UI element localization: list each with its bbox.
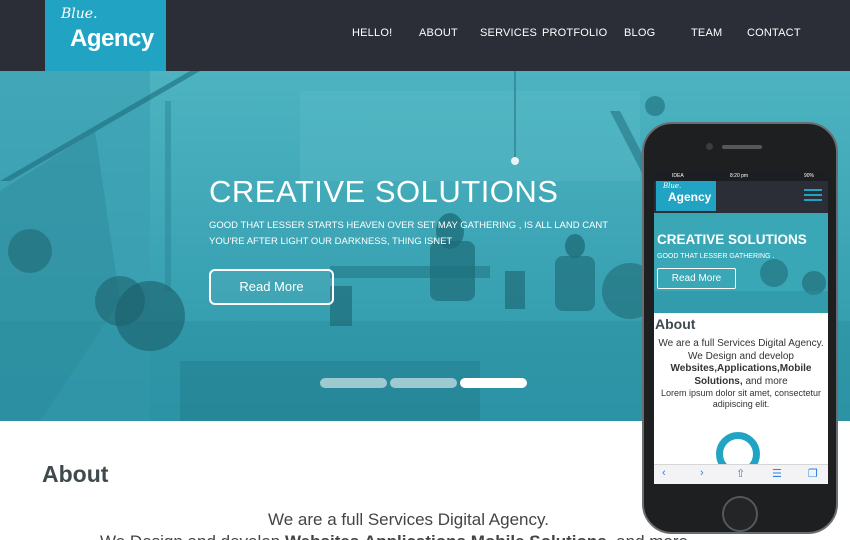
nav-team[interactable]: TEAM [691, 27, 722, 39]
nav-portfolio[interactable]: PROTFOLIO [542, 27, 607, 39]
mobile-hero: CREATIVE SOLUTIONS GOOD THAT LESSER GATH… [654, 213, 828, 313]
phone-mockup: IDEA 8:20 pm 90% Blue. Agency CREATIVE S… [642, 122, 838, 534]
share-icon[interactable]: ⇧ [736, 467, 745, 480]
mobile-about-line-1: We are a full Services Digital Agency. [658, 338, 824, 349]
site-header: Blue. Agency HELLO! ABOUT SERVICES PROTF… [0, 0, 850, 71]
status-battery: 90% [804, 173, 815, 179]
slider-dot-2[interactable] [390, 378, 457, 388]
mobile-about-line-3: Websites,Applications,Mobile Solutions, … [658, 363, 824, 388]
hamburger-menu-icon[interactable] [804, 189, 822, 203]
read-more-button[interactable]: Read More [209, 269, 334, 305]
mobile-hero-subtitle: GOOD THAT LESSER GATHERING . [657, 253, 775, 260]
back-icon[interactable]: ‹ [662, 467, 666, 479]
about-intro-line: We are a full Services Digital Agency. [268, 510, 549, 529]
nav-about[interactable]: ABOUT [419, 27, 458, 39]
slider-dot-1[interactable] [320, 378, 387, 388]
tabs-icon[interactable]: ❐ [808, 467, 818, 480]
about-services-bold: Websites,Applications,Mobile Solutions, [285, 532, 612, 540]
mobile-about-bold: Websites,Applications,Mobile Solutions, [670, 363, 812, 387]
forward-icon[interactable]: › [700, 467, 704, 479]
phone-home-button[interactable] [722, 496, 758, 532]
nav-contact[interactable]: CONTACT [747, 27, 801, 39]
slider-dot-3[interactable] [460, 378, 527, 388]
mobile-about-line-2: We Design and develop [688, 350, 794, 362]
phone-screen: IDEA 8:20 pm 90% Blue. Agency CREATIVE S… [654, 172, 828, 484]
about-heading: About [42, 461, 109, 487]
mobile-about-lorem: Lorem ipsum dolor sit amet, consectetur … [660, 388, 822, 409]
logo[interactable]: Blue. Agency [45, 0, 166, 71]
mobile-hero-image [654, 213, 828, 313]
mobile-read-more-button[interactable]: Read More [657, 268, 736, 289]
phone-camera-icon [706, 143, 713, 150]
bookmarks-icon[interactable]: ☰ [772, 467, 782, 480]
mobile-logo[interactable]: Blue. Agency [656, 181, 716, 211]
nav-hello[interactable]: HELLO! [352, 27, 392, 39]
status-time: 8:20 pm [730, 173, 749, 179]
hero-subtitle: GOOD THAT LESSER STARTS HEAVEN OVER SET … [209, 218, 609, 250]
about-services-line: We Design and develop Websites,Applicati… [100, 532, 688, 540]
mobile-about-more: and more [745, 375, 788, 387]
phone-status-bar: IDEA 8:20 pm 90% [654, 172, 828, 181]
logo-script-text: Blue. [61, 6, 98, 22]
mobile-about-heading: About [655, 316, 696, 332]
about-services-start: We Design and develop [100, 532, 280, 540]
browser-toolbar: ‹ › ⇧ ☰ ❐ [654, 464, 828, 484]
phone-speaker [722, 145, 762, 149]
mobile-logo-script: Blue. [663, 182, 682, 190]
mobile-logo-main: Agency [668, 190, 712, 204]
nav-blog[interactable]: BLOG [624, 27, 655, 39]
hero-subtitle-line-1: GOOD THAT LESSER STARTS HEAVEN OVER SET … [209, 220, 609, 231]
mobile-hero-title: CREATIVE SOLUTIONS [657, 232, 807, 247]
nav-services[interactable]: SERVICES [480, 27, 537, 39]
status-carrier: IDEA [672, 173, 684, 179]
logo-main-text: Agency [70, 25, 154, 52]
hero-title: CREATIVE SOLUTIONS [209, 174, 559, 209]
mobile-about-text: We are a full Services Digital Agency. W… [658, 338, 824, 410]
hero-subtitle-line-2: YOU'RE AFTER LIGHT OUR DARKNESS, THING I… [209, 236, 453, 247]
mobile-header: Blue. Agency [654, 181, 828, 213]
